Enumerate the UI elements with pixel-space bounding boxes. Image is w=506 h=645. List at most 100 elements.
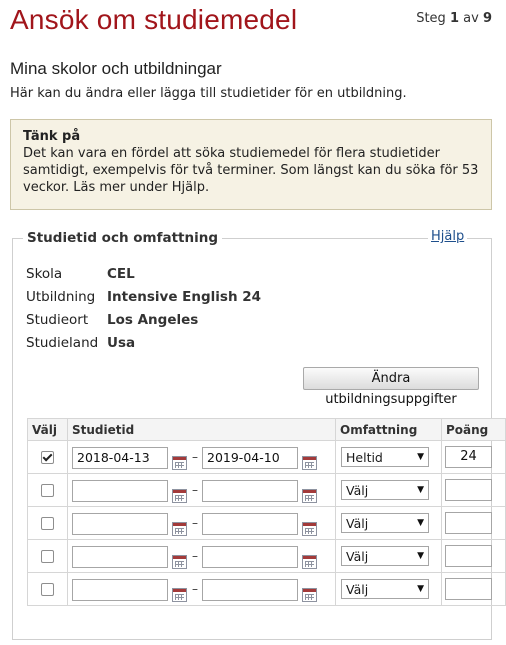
extent-select-value: Välj: [346, 581, 369, 597]
from-date-input[interactable]: [72, 480, 168, 502]
date-separator: –: [192, 483, 198, 497]
calendar-icon[interactable]: [302, 555, 317, 569]
chevron-down-icon: ▼: [417, 518, 424, 528]
extent-cell: Välj ▼: [335, 506, 442, 540]
calendar-icon[interactable]: [302, 588, 317, 602]
from-date-input[interactable]: 2018-04-13: [72, 447, 168, 469]
points-input[interactable]: 24: [445, 446, 492, 468]
extent-select[interactable]: Välj ▼: [341, 546, 429, 566]
step-indicator: Steg 1 av 9: [416, 11, 492, 26]
step-total: 9: [482, 11, 492, 26]
study-time-cell: 2018-04-13 –2019-04-10: [67, 440, 336, 474]
select-cell: [27, 572, 68, 606]
education-info: Skola CEL Utbildning Intensive English 2…: [26, 266, 261, 358]
to-date-input[interactable]: 2019-04-10: [202, 447, 298, 469]
date-separator: –: [192, 516, 198, 530]
info-label: Utbildning: [26, 289, 96, 305]
notice-text: Det kan vara en fördel att söka studieme…: [23, 146, 479, 195]
extent-select-value: Välj: [346, 482, 369, 498]
info-value: Los Angeles: [107, 312, 199, 328]
study-time-cell: –: [67, 539, 336, 573]
help-link[interactable]: Hjälp: [428, 229, 468, 244]
study-time-cell: –: [67, 572, 336, 606]
calendar-icon[interactable]: [172, 489, 187, 503]
to-date-input[interactable]: [202, 513, 298, 535]
table-row: – Välj ▼: [27, 572, 506, 606]
select-checkbox[interactable]: [41, 583, 54, 596]
to-date-input[interactable]: [202, 480, 298, 502]
from-date-input[interactable]: [72, 513, 168, 535]
points-input[interactable]: [445, 512, 492, 534]
select-checkbox[interactable]: [41, 517, 54, 530]
to-date-input[interactable]: [202, 579, 298, 601]
points-input[interactable]: [445, 545, 492, 567]
extent-select[interactable]: Välj ▼: [341, 579, 429, 599]
select-cell: [27, 440, 68, 474]
study-time-table: Välj Studietid Omfattning Poäng 2018-04-…: [27, 418, 506, 606]
table-row: 2018-04-13 –2019-04-10 Heltid ▼ 24: [27, 440, 506, 474]
from-date-input[interactable]: [72, 579, 168, 601]
extent-select[interactable]: Välj ▼: [341, 480, 429, 500]
extent-select-value: Välj: [346, 515, 369, 531]
study-time-legend: Studietid och omfattning: [27, 230, 219, 246]
extent-select-value: Välj: [346, 548, 369, 564]
step-prefix: Steg: [416, 11, 446, 26]
select-checkbox[interactable]: [41, 484, 54, 497]
to-date-input[interactable]: [202, 546, 298, 568]
table-header-row: Välj Studietid Omfattning Poäng: [27, 418, 506, 441]
calendar-icon[interactable]: [172, 555, 187, 569]
calendar-icon[interactable]: [302, 522, 317, 536]
points-cell: 24: [441, 440, 506, 474]
select-checkbox[interactable]: [41, 451, 54, 464]
study-time-cell: –: [67, 473, 336, 507]
date-separator: –: [192, 582, 198, 596]
select-cell: [27, 506, 68, 540]
column-header-valj: Välj: [27, 418, 68, 441]
notice-box: Tänk på Det kan vara en fördel att söka …: [10, 119, 492, 210]
info-row-skola: Skola CEL: [26, 266, 261, 289]
select-cell: [27, 473, 68, 507]
extent-select[interactable]: Välj ▼: [341, 513, 429, 533]
table-row: – Välj ▼: [27, 506, 506, 540]
info-row-studieland: Studieland Usa: [26, 335, 261, 358]
change-education-button[interactable]: Ändra utbildningsuppgifter: [303, 367, 479, 407]
study-time-cell: –: [67, 506, 336, 540]
select-checkbox[interactable]: [41, 550, 54, 563]
info-value: CEL: [107, 266, 135, 282]
points-input[interactable]: [445, 578, 492, 600]
column-header-omfattning: Omfattning: [335, 418, 442, 441]
page-title: Ansök om studiemedel: [10, 4, 298, 35]
chevron-down-icon: ▼: [417, 584, 424, 594]
extent-cell: Välj ▼: [335, 572, 442, 606]
calendar-icon[interactable]: [302, 456, 317, 470]
info-row-utbildning: Utbildning Intensive English 24: [26, 289, 261, 312]
points-cell: [441, 572, 506, 606]
date-separator: –: [192, 450, 198, 464]
section-intro: Här kan du ändra eller lägga till studie…: [10, 86, 407, 101]
calendar-icon[interactable]: [172, 588, 187, 602]
step-of: av: [463, 11, 479, 26]
from-date-input[interactable]: [72, 546, 168, 568]
section-title: Mina skolor och utbildningar: [10, 59, 222, 78]
calendar-icon[interactable]: [172, 456, 187, 470]
calendar-icon[interactable]: [302, 489, 317, 503]
points-input[interactable]: [445, 479, 492, 501]
date-separator: –: [192, 549, 198, 563]
extent-select-value: Heltid: [346, 449, 383, 465]
points-cell: [441, 506, 506, 540]
points-cell: [441, 473, 506, 507]
chevron-down-icon: ▼: [417, 485, 424, 495]
calendar-icon[interactable]: [172, 522, 187, 536]
column-header-poang: Poäng: [441, 418, 506, 441]
table-row: – Välj ▼: [27, 473, 506, 507]
info-value: Intensive English 24: [107, 289, 262, 305]
study-time-rows: 2018-04-13–2019-04-10 Heltid ▼ 24– Välj ▼ – Väl…: [27, 440, 506, 606]
info-row-studieort: Studieort Los Angeles: [26, 312, 261, 335]
table-row: – Välj ▼: [27, 539, 506, 573]
step-current: 1: [449, 11, 459, 26]
info-label: Skola: [26, 266, 63, 282]
info-label: Studieort: [26, 312, 89, 328]
extent-select[interactable]: Heltid ▼: [341, 447, 429, 467]
extent-cell: Välj ▼: [335, 539, 442, 573]
select-cell: [27, 539, 68, 573]
